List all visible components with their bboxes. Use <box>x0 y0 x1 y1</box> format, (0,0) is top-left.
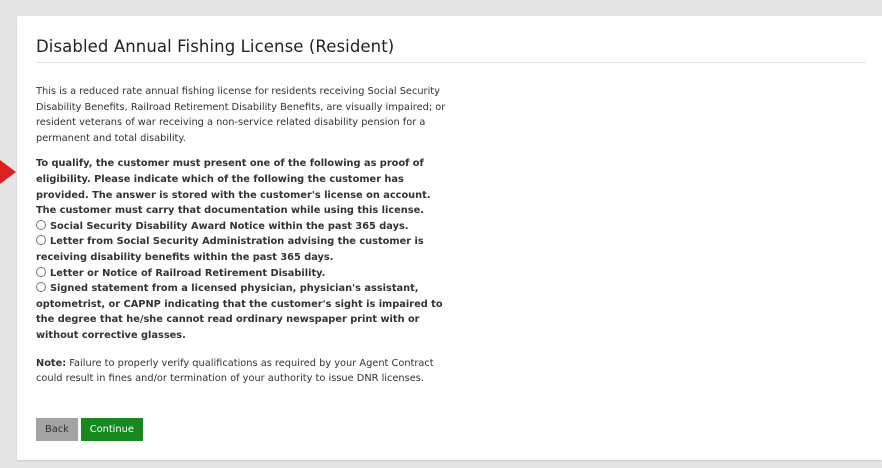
option-label: Social Security Disability Award Notice … <box>50 220 409 232</box>
option-label: Letter from Social Security Administrati… <box>36 236 424 263</box>
qualify-instructions: To qualify, the customer must present on… <box>36 158 431 217</box>
option-physician-statement[interactable]: Signed statement from a licensed physici… <box>36 281 446 343</box>
license-panel: Disabled Annual Fishing License (Residen… <box>17 16 882 460</box>
radio-button[interactable] <box>36 266 46 277</box>
option-ssa-letter[interactable]: Letter from Social Security Administrati… <box>36 234 446 265</box>
option-label: Signed statement from a licensed physici… <box>36 283 443 341</box>
page-title: Disabled Annual Fishing License (Residen… <box>36 37 395 56</box>
radio-button[interactable] <box>36 282 46 293</box>
radio-button[interactable] <box>36 219 46 230</box>
back-button[interactable]: Back <box>36 418 78 441</box>
intro-text: This is a reduced rate annual fishing li… <box>36 86 446 144</box>
note-label: Note: <box>36 357 67 369</box>
option-ssd-award-notice[interactable]: Social Security Disability Award Notice … <box>36 219 446 235</box>
note-text: Note: Failure to properly verify qualifi… <box>36 356 446 387</box>
license-description: This is a reduced rate annual fishing li… <box>36 84 446 387</box>
continue-button[interactable]: Continue <box>80 418 143 441</box>
action-buttons: Back Continue <box>36 418 143 441</box>
radio-button[interactable] <box>36 235 46 246</box>
option-railroad-retirement[interactable]: Letter or Notice of Railroad Retirement … <box>36 266 446 282</box>
note-body: Failure to properly verify qualification… <box>36 357 434 385</box>
option-label: Letter or Notice of Railroad Retirement … <box>50 267 326 279</box>
title-divider <box>36 62 866 63</box>
red-pointer-arrow-icon <box>0 160 16 184</box>
